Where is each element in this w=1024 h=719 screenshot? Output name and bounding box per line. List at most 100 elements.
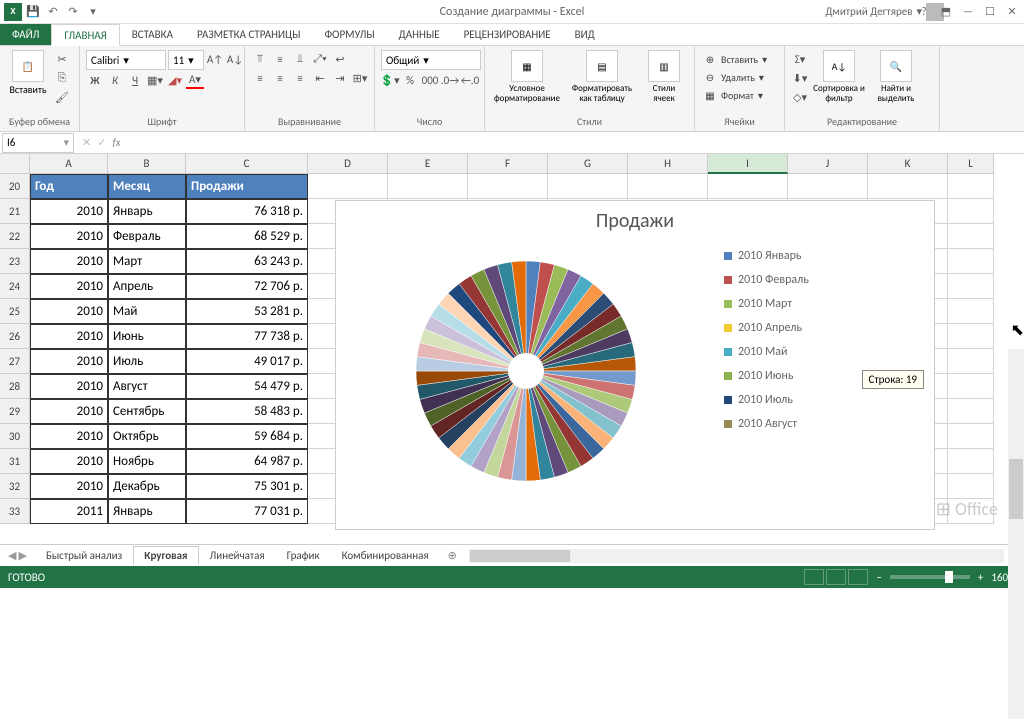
sort-filter-button[interactable]: A↓ Сортировка и фильтр bbox=[812, 50, 866, 104]
row-header-26[interactable]: 26 bbox=[0, 324, 30, 349]
cell-sales[interactable]: 49 017 р. bbox=[186, 349, 308, 374]
align-right-icon[interactable]: ≡ bbox=[291, 69, 309, 87]
sheet-nav-next-icon[interactable]: ▶ bbox=[18, 549, 26, 562]
border-icon[interactable]: ▦▾ bbox=[146, 71, 164, 89]
header-month[interactable]: Месяц bbox=[108, 174, 186, 199]
format-as-table-button[interactable]: ▤ Форматировать как таблицу bbox=[566, 50, 638, 104]
autosum-icon[interactable]: Σ▾ bbox=[791, 50, 809, 68]
increase-font-icon[interactable]: A↑ bbox=[206, 50, 224, 68]
increase-indent-icon[interactable]: ⇥ bbox=[331, 69, 349, 87]
column-header-L[interactable]: L bbox=[948, 154, 994, 174]
cell-empty[interactable] bbox=[948, 399, 994, 424]
tab-home[interactable]: ГЛАВНАЯ bbox=[51, 24, 119, 46]
cancel-edit-icon[interactable]: ✕ bbox=[82, 136, 91, 149]
cell-month[interactable]: Август bbox=[108, 374, 186, 399]
find-select-button[interactable]: 🔍 Найти и выделить bbox=[869, 50, 923, 104]
merge-icon[interactable]: ⊞▾ bbox=[351, 69, 369, 87]
zoom-out-icon[interactable]: − bbox=[876, 571, 881, 584]
row-header-22[interactable]: 22 bbox=[0, 224, 30, 249]
tab-insert[interactable]: ВСТАВКА bbox=[120, 24, 185, 45]
decrease-decimal-icon[interactable]: ←.0 bbox=[461, 71, 479, 89]
align-bottom-icon[interactable]: ⫫ bbox=[291, 50, 309, 68]
legend-item[interactable]: 2010 Май bbox=[724, 345, 868, 359]
cell-year[interactable]: 2010 bbox=[30, 374, 108, 399]
cell-sales[interactable]: 53 281 р. bbox=[186, 299, 308, 324]
save-icon[interactable]: 💾 bbox=[24, 3, 42, 21]
cell-styles-button[interactable]: ▥ Стили ячеек bbox=[641, 50, 687, 104]
legend-item[interactable]: 2010 Март bbox=[724, 297, 868, 311]
cell-year[interactable]: 2010 bbox=[30, 224, 108, 249]
new-sheet-button[interactable]: ⊕ bbox=[440, 549, 465, 562]
cell-empty[interactable] bbox=[308, 174, 388, 199]
excel-icon[interactable]: X bbox=[4, 3, 22, 21]
number-format-dropdown[interactable]: Общий▾ bbox=[381, 50, 481, 70]
delete-cells-button[interactable]: ⊖Удалить▾ bbox=[701, 68, 766, 86]
cell-sales[interactable]: 72 706 р. bbox=[186, 274, 308, 299]
italic-icon[interactable]: К bbox=[106, 71, 124, 89]
row-header-30[interactable]: 30 bbox=[0, 424, 30, 449]
column-header-B[interactable]: B bbox=[108, 154, 186, 174]
column-header-A[interactable]: A bbox=[30, 154, 108, 174]
zoom-in-icon[interactable]: + bbox=[978, 571, 983, 584]
vertical-scroll-thumb[interactable] bbox=[1009, 459, 1023, 519]
cell-sales[interactable]: 63 243 р. bbox=[186, 249, 308, 274]
cell-month[interactable]: Июнь bbox=[108, 324, 186, 349]
cell-empty[interactable] bbox=[868, 174, 948, 199]
format-painter-icon[interactable]: 🖌 bbox=[53, 88, 71, 106]
row-header-23[interactable]: 23 bbox=[0, 249, 30, 274]
cell-empty[interactable] bbox=[708, 174, 788, 199]
cell-empty[interactable] bbox=[388, 174, 468, 199]
header-sales[interactable]: Продажи bbox=[186, 174, 308, 199]
qat-dropdown-icon[interactable]: ▾ bbox=[84, 3, 102, 21]
chart-title[interactable]: Продажи bbox=[336, 201, 934, 241]
increase-decimal-icon[interactable]: .0→ bbox=[441, 71, 459, 89]
comma-icon[interactable]: 000 bbox=[421, 71, 439, 89]
row-header-25[interactable]: 25 bbox=[0, 299, 30, 324]
normal-view-icon[interactable] bbox=[804, 569, 824, 585]
tab-file[interactable]: ФАЙЛ bbox=[0, 24, 51, 45]
vertical-scrollbar[interactable] bbox=[1008, 349, 1024, 719]
cell-empty[interactable] bbox=[948, 424, 994, 449]
redo-icon[interactable]: ↷ bbox=[64, 3, 82, 21]
font-name-dropdown[interactable]: Calibri▾ bbox=[86, 50, 166, 70]
sheet-tab-quick-analysis[interactable]: Быстрый анализ bbox=[35, 546, 133, 565]
cut-icon[interactable]: ✂ bbox=[53, 50, 71, 68]
cell-year[interactable]: 2010 bbox=[30, 199, 108, 224]
column-header-I[interactable]: I bbox=[708, 154, 788, 174]
cell-empty[interactable] bbox=[948, 324, 994, 349]
align-left-icon[interactable]: ≡ bbox=[251, 69, 269, 87]
row-header-27[interactable]: 27 bbox=[0, 349, 30, 374]
name-box[interactable]: I6▾ bbox=[2, 133, 74, 153]
sheet-nav-prev-icon[interactable]: ◀ bbox=[8, 549, 16, 562]
row-header-20[interactable]: 20 bbox=[0, 174, 30, 199]
page-break-view-icon[interactable] bbox=[848, 569, 868, 585]
user-name[interactable]: Дмитрий Дегтярев bbox=[825, 5, 912, 18]
cell-year[interactable]: 2011 bbox=[30, 499, 108, 524]
cell-empty[interactable] bbox=[628, 174, 708, 199]
close-icon[interactable]: ✕ bbox=[1002, 3, 1022, 21]
row-header-21[interactable]: 21 bbox=[0, 199, 30, 224]
cell-year[interactable]: 2010 bbox=[30, 249, 108, 274]
align-center-icon[interactable]: ≡ bbox=[271, 69, 289, 87]
cell-sales[interactable]: 77 738 р. bbox=[186, 324, 308, 349]
cell-sales[interactable]: 77 031 р. bbox=[186, 499, 308, 524]
column-header-G[interactable]: G bbox=[548, 154, 628, 174]
clear-icon[interactable]: ◇▾ bbox=[791, 88, 809, 106]
select-all-corner[interactable] bbox=[0, 154, 30, 174]
confirm-edit-icon[interactable]: ✓ bbox=[97, 136, 106, 149]
horizontal-scroll-thumb[interactable] bbox=[470, 550, 570, 562]
legend-item[interactable]: 2010 Апрель bbox=[724, 321, 868, 335]
cell-month[interactable]: Октябрь bbox=[108, 424, 186, 449]
cell-empty[interactable] bbox=[948, 374, 994, 399]
tab-data[interactable]: ДАННЫЕ bbox=[387, 24, 452, 45]
pie-chart-area[interactable] bbox=[336, 241, 716, 501]
cell-empty[interactable] bbox=[948, 299, 994, 324]
row-header-32[interactable]: 32 bbox=[0, 474, 30, 499]
copy-icon[interactable]: ⎘ bbox=[53, 69, 71, 87]
cell-year[interactable]: 2010 bbox=[30, 349, 108, 374]
sheet-tab-bar[interactable]: Линейчатая bbox=[199, 546, 276, 565]
insert-cells-button[interactable]: ⊕Вставить▾ bbox=[701, 50, 769, 68]
cell-empty[interactable] bbox=[948, 349, 994, 374]
decrease-font-icon[interactable]: A↓ bbox=[226, 50, 244, 68]
cell-sales[interactable]: 54 479 р. bbox=[186, 374, 308, 399]
